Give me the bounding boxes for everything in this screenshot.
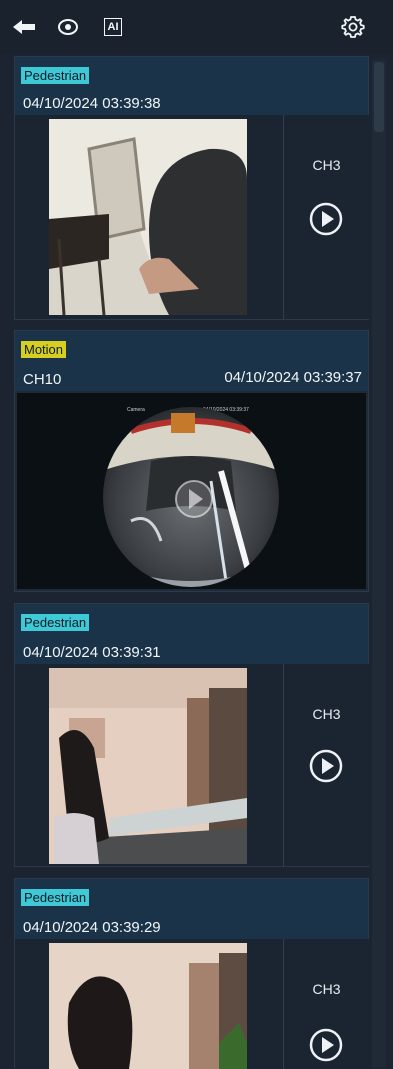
event-card[interactable]: Pedestrian 04/10/2024 03:39:29 CH3: [14, 878, 369, 1069]
eye-icon[interactable]: [56, 14, 80, 40]
event-card-header: Pedestrian 04/10/2024 03:39:29: [15, 879, 368, 939]
event-side-panel: CH3: [283, 115, 369, 319]
event-timestamp: 04/10/2024 03:39:37: [224, 369, 362, 386]
event-card-header: Pedestrian 04/10/2024 03:39:38: [15, 57, 368, 115]
channel-label: CH3: [312, 157, 341, 173]
channel-label: CH3: [312, 706, 341, 722]
play-icon[interactable]: [308, 1027, 344, 1063]
event-thumbnail-area[interactable]: [15, 664, 283, 866]
event-type-badge: Motion: [21, 341, 67, 358]
event-timestamp: 04/10/2024 03:39:38: [23, 95, 161, 112]
channel-label: CH3: [312, 981, 341, 997]
event-card-header: Pedestrian 04/10/2024 03:39:31: [15, 604, 368, 664]
ai-icon-label: AI: [104, 18, 122, 36]
event-timestamp: 04/10/2024 03:39:29: [23, 919, 161, 936]
top-toolbar: AI: [0, 0, 393, 54]
ai-icon[interactable]: AI: [101, 14, 125, 40]
event-type-badge: Pedestrian: [21, 889, 90, 906]
event-thumbnail-area[interactable]: [15, 115, 283, 319]
scrollbar-thumb[interactable]: [374, 62, 384, 132]
snapshot-image[interactable]: [49, 943, 247, 1069]
snapshot-image[interactable]: Camera 04/10/2024 03:39:37: [17, 393, 366, 589]
channel-label: CH10: [23, 371, 62, 388]
play-icon[interactable]: [308, 748, 344, 784]
event-card[interactable]: Pedestrian 04/10/2024 03:39:31 CH3: [14, 603, 369, 867]
event-card[interactable]: Pedestrian 04/10/2024 03:39:38 CH3: [14, 56, 369, 320]
event-side-panel: CH3: [283, 664, 369, 866]
play-icon[interactable]: [308, 201, 344, 237]
back-arrow-icon[interactable]: [10, 14, 38, 40]
event-side-panel: CH3: [283, 939, 369, 1069]
gear-icon[interactable]: [340, 14, 366, 40]
snapshot-image[interactable]: [49, 119, 247, 315]
event-card-header: Motion CH10 04/10/2024 03:39:37: [15, 331, 368, 391]
event-thumbnail-area[interactable]: [15, 939, 283, 1069]
event-type-badge: Pedestrian: [21, 614, 90, 631]
event-card[interactable]: Motion CH10 04/10/2024 03:39:37 Camera 0…: [14, 330, 369, 592]
event-type-badge: Pedestrian: [21, 67, 90, 84]
snapshot-image[interactable]: [49, 668, 247, 864]
scrollbar-track[interactable]: [372, 60, 386, 1068]
event-timestamp: 04/10/2024 03:39:31: [23, 644, 161, 661]
